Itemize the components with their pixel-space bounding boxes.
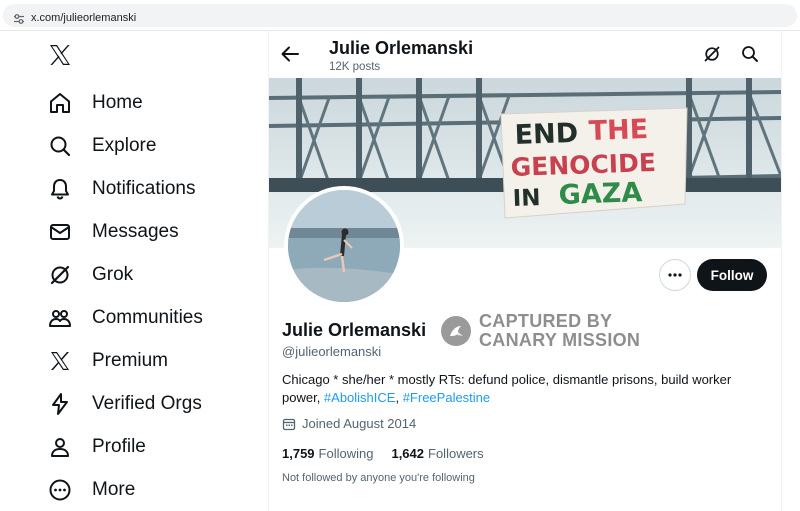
canary-bird-icon bbox=[441, 316, 471, 346]
follow-button[interactable]: Follow bbox=[697, 259, 767, 291]
svg-text:GAZA: GAZA bbox=[558, 177, 643, 211]
profile-column: Julie Orlemanski 12K posts END THE GENOC… bbox=[269, 31, 781, 511]
column-divider bbox=[781, 31, 782, 511]
sidebar: Home Explore Notifications Messages Grok… bbox=[0, 31, 268, 511]
people-icon bbox=[49, 310, 71, 327]
x-logo-icon[interactable] bbox=[48, 43, 72, 67]
more-options-button[interactable] bbox=[659, 259, 691, 291]
search-icon bbox=[50, 136, 71, 157]
bolt-icon bbox=[52, 393, 68, 415]
person-icon bbox=[51, 438, 69, 457]
joined-text: Joined August 2014 bbox=[302, 416, 417, 431]
svg-text:END: END bbox=[514, 118, 578, 151]
sidebar-item-home[interactable]: Home bbox=[44, 83, 143, 123]
following-count: 1,759 bbox=[282, 446, 315, 461]
sidebar-item-label: Verified Orgs bbox=[92, 393, 202, 414]
post-count: 12K posts bbox=[329, 61, 381, 73]
joined-date: Joined August 2014 bbox=[282, 416, 416, 431]
following-link[interactable]: 1,759 Following bbox=[282, 446, 373, 461]
svg-text:THE: THE bbox=[588, 114, 649, 147]
sidebar-item-explore[interactable]: Explore bbox=[44, 126, 156, 166]
more-circle-icon bbox=[49, 479, 71, 501]
hashtag-abolishice[interactable]: #AbolishICE bbox=[324, 390, 396, 405]
sidebar-item-premium[interactable]: Premium bbox=[44, 341, 168, 381]
calendar-icon bbox=[282, 418, 296, 430]
sidebar-item-notifications[interactable]: Notifications bbox=[44, 169, 196, 209]
sidebar-item-label: Explore bbox=[92, 135, 157, 156]
site-settings-icon[interactable] bbox=[13, 13, 25, 25]
followers-link[interactable]: 1,642 Followers bbox=[391, 446, 483, 461]
canary-mission-watermark: CAPTURED BY CANARY MISSION bbox=[441, 312, 640, 350]
back-arrow-icon[interactable] bbox=[279, 43, 301, 65]
url-text: x.com/julieorlemanski bbox=[31, 12, 137, 24]
address-field[interactable]: x.com/julieorlemanski bbox=[3, 4, 797, 27]
sidebar-item-label: Communities bbox=[92, 307, 203, 328]
followers-label: Followers bbox=[428, 446, 484, 461]
followers-count: 1,642 bbox=[391, 446, 425, 461]
sidebar-item-communities[interactable]: Communities bbox=[44, 298, 203, 338]
watermark-line1: CAPTURED BY bbox=[479, 311, 613, 331]
sidebar-item-label: Home bbox=[92, 92, 143, 113]
svg-text:IN: IN bbox=[512, 185, 541, 212]
not-followed-notice: Not followed by anyone you're following bbox=[282, 472, 475, 484]
bell-icon bbox=[51, 179, 69, 200]
avatar[interactable] bbox=[284, 186, 404, 306]
profile-display-name: Julie Orlemanski bbox=[282, 320, 427, 340]
sidebar-item-verified-orgs[interactable]: Verified Orgs bbox=[44, 384, 202, 424]
sidebar-item-grok[interactable]: Grok bbox=[44, 255, 133, 295]
sidebar-item-messages[interactable]: Messages bbox=[44, 212, 179, 252]
sidebar-item-label: Grok bbox=[92, 264, 134, 285]
sidebar-item-label: Profile bbox=[92, 436, 146, 457]
x-icon bbox=[51, 352, 69, 370]
sidebar-item-label: More bbox=[92, 479, 136, 500]
sidebar-item-more[interactable]: More bbox=[44, 470, 135, 510]
browser-url-bar: x.com/julieorlemanski bbox=[0, 0, 800, 31]
profile-bio: Chicago * she/her * mostly RTs: defund p… bbox=[282, 371, 772, 407]
search-icon[interactable] bbox=[741, 45, 759, 63]
header-title: Julie Orlemanski bbox=[329, 38, 474, 58]
hashtag-freepalestine[interactable]: #FreePalestine bbox=[403, 390, 490, 405]
sidebar-item-label: Premium bbox=[92, 350, 169, 371]
sidebar-item-profile[interactable]: Profile bbox=[44, 427, 146, 467]
mail-icon bbox=[50, 224, 70, 240]
avatar-image bbox=[288, 190, 400, 302]
profile-handle: @julieorlemanski bbox=[282, 344, 382, 359]
home-icon bbox=[50, 93, 70, 113]
following-label: Following bbox=[318, 446, 374, 461]
grok-icon[interactable] bbox=[703, 45, 721, 63]
sidebar-item-label: Messages bbox=[92, 221, 179, 242]
sidebar-item-label: Notifications bbox=[92, 178, 196, 199]
follow-stats: 1,759 Following 1,642 Followers bbox=[282, 446, 502, 461]
watermark-line2: CANARY MISSION bbox=[479, 330, 641, 350]
ellipsis-icon bbox=[668, 273, 682, 277]
bio-separator: , bbox=[395, 390, 403, 405]
grok-icon bbox=[50, 265, 70, 285]
